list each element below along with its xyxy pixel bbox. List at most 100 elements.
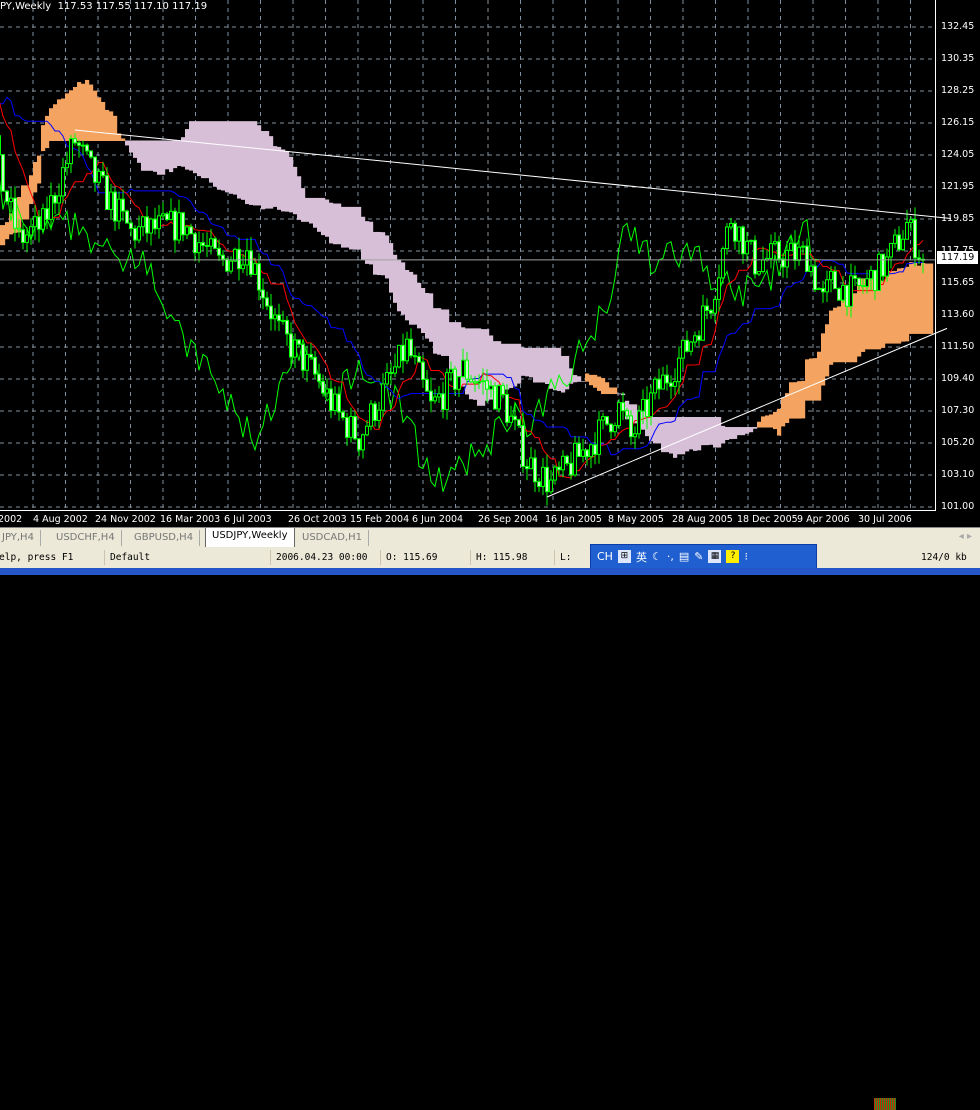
candle-body (49, 195, 53, 220)
candle-body (361, 434, 365, 451)
cloud-bearish (361, 216, 366, 260)
candle-body (865, 278, 869, 288)
date-tick-label: 8 May 2005 (608, 514, 664, 525)
candle-body (285, 319, 289, 335)
candle-body (509, 415, 513, 423)
date-axis[interactable]: 2002 4 Aug 2002 24 Nov 2002 16 Mar 2003 6 Ju… (0, 511, 936, 527)
candle-body (65, 163, 69, 169)
cloud-bearish (381, 232, 386, 276)
cloud-bearish (713, 416, 718, 448)
candle-body (281, 319, 285, 322)
softkeyboard-icon[interactable]: ▦ (708, 550, 722, 563)
candle-body (329, 388, 333, 412)
candle-body (157, 215, 161, 230)
cloud-bullish (889, 271, 894, 344)
candle-body (485, 380, 489, 390)
candle-body (777, 241, 781, 260)
candle-body (673, 381, 677, 387)
cloud-bearish (477, 328, 482, 406)
cloud-bearish (685, 416, 690, 452)
candle-body (705, 305, 709, 311)
candle-body (913, 219, 917, 259)
chart-window[interactable]: PY,Weekly 117.53 117.55 117.10 117.19 11… (0, 0, 980, 527)
candle-body (389, 372, 393, 375)
ime-mode[interactable]: 英 (636, 549, 647, 565)
candle-body (841, 284, 845, 301)
candle-body (745, 240, 749, 255)
cloud-bullish (81, 83, 86, 141)
candle-body (445, 372, 449, 410)
candle-body (829, 270, 833, 281)
candle-body (253, 263, 257, 275)
cloud-bearish (257, 125, 262, 206)
cloud-bearish (333, 203, 338, 245)
candle-body (193, 233, 197, 254)
cloud-bearish (201, 121, 206, 179)
candle-body (689, 341, 693, 352)
candle-body (37, 216, 41, 230)
cloud-bearish (705, 416, 710, 446)
moon-icon[interactable]: ☾ (652, 550, 662, 563)
more-icon[interactable]: ⁝ (744, 550, 748, 563)
candle-body (685, 339, 689, 352)
cloud-bearish (561, 355, 566, 393)
candle-body (625, 410, 629, 417)
candle-body (513, 415, 517, 421)
cloud-bullish (757, 421, 762, 428)
candle-body (237, 248, 241, 270)
candle-body (289, 333, 293, 358)
cloud-bullish (765, 415, 770, 428)
cloud-bullish (913, 262, 918, 334)
candle-body (117, 198, 121, 222)
ime-lang[interactable]: CH (597, 550, 613, 563)
cloud-bullish (25, 185, 30, 220)
cloud-bullish (589, 374, 594, 386)
date-tick-label: 28 Aug 2005 (672, 514, 733, 525)
cloud-bullish (593, 374, 598, 388)
candle-body (409, 338, 413, 357)
cloud-bearish (205, 121, 210, 179)
cloud-bearish (329, 202, 334, 244)
ime-toolbar[interactable]: CH ⊞ 英 ☾ ·, ▤ ✎ ▦ ? ⁝ (590, 544, 817, 569)
candle-body (901, 238, 905, 251)
price-tick-label: 101.00 (941, 501, 975, 512)
price-axis[interactable]: 117.19 132.45 130.35 128.25 126.15 124.05 121… (936, 0, 980, 515)
tab-jpy-h4[interactable]: JPY,H4 (0, 530, 41, 546)
candle-body (245, 250, 249, 266)
cloud-bearish (557, 347, 562, 391)
candle-body (789, 242, 793, 251)
keyboard-icon[interactable]: ▤ (679, 550, 689, 563)
tab-gbpusd-h4[interactable]: GBPUSD,H4 (128, 530, 201, 546)
candle-body (729, 222, 733, 228)
pen-icon[interactable]: ✎ (694, 550, 703, 563)
candle-body (233, 248, 237, 262)
tab-usdcad-h1[interactable]: USDCAD,H1 (296, 530, 369, 546)
candle-body (81, 144, 85, 147)
help-icon[interactable]: ? (726, 550, 740, 563)
candle-body (401, 344, 405, 362)
cloud-bearish (297, 176, 302, 220)
candle-body (529, 457, 533, 470)
candle-body (169, 210, 173, 221)
candle-body (753, 239, 757, 275)
price-tick-label: 130.35 (941, 53, 975, 64)
candle-body (149, 218, 153, 234)
cloud-bearish (189, 121, 194, 171)
tab-scroll-arrows[interactable]: ◂ ▸ (959, 531, 972, 542)
candle-body (769, 243, 773, 259)
tab-usdjpy-weekly[interactable]: USDJPY,Weekly (205, 528, 295, 548)
cloud-bearish (513, 343, 518, 387)
candle-body (333, 393, 337, 412)
candle-body (33, 216, 37, 228)
cloud-bullish (93, 90, 98, 141)
cloud-bullish (841, 299, 846, 363)
price-chart[interactable] (0, 0, 936, 511)
candle-body (497, 385, 501, 410)
candle-body (189, 226, 193, 235)
tab-usdchf-h4[interactable]: USDCHF,H4 (50, 530, 122, 546)
cloud-bullish (85, 79, 90, 141)
cloud-bearish (733, 427, 738, 439)
candle-body (517, 419, 521, 427)
ime-logo-icon[interactable]: ⊞ (617, 550, 631, 563)
punctuation-icon[interactable]: ·, (667, 550, 674, 563)
